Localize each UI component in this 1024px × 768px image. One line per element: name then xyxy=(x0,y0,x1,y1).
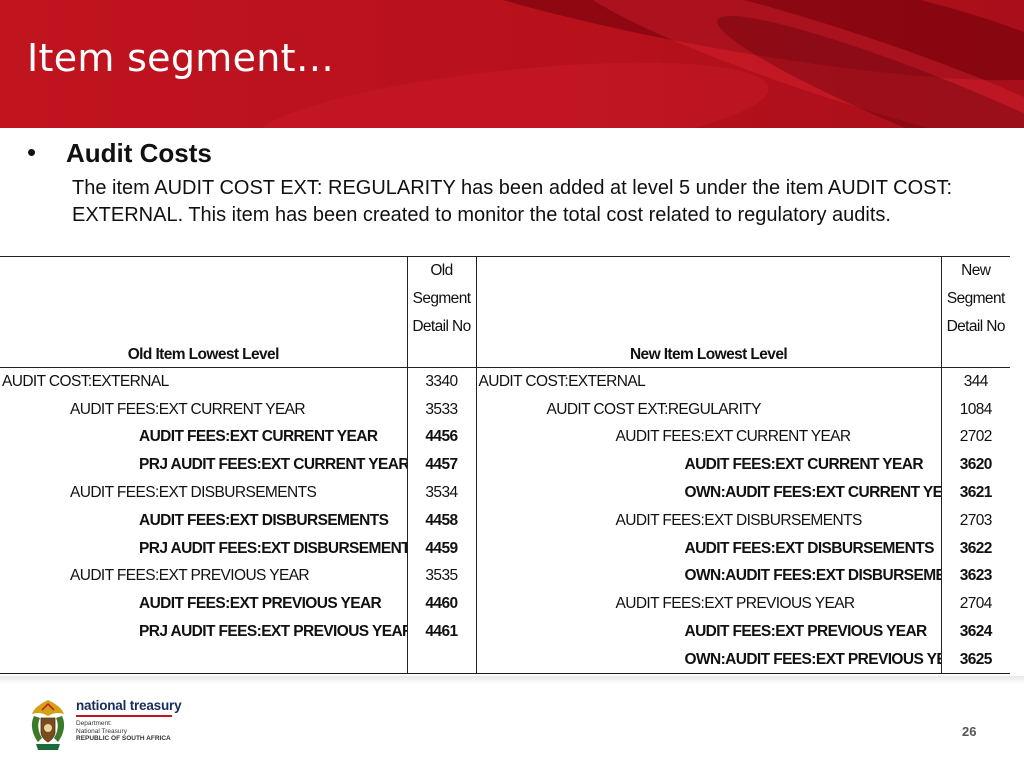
new-item-cell: AUDIT FEES:EXT CURRENT YEAR xyxy=(475,423,941,452)
new-number-cell: 2702 xyxy=(940,423,1010,452)
old-item-cell: AUDIT FEES:EXT CURRENT YEAR xyxy=(70,400,306,418)
old-item-cell: AUDIT COST:EXTERNAL xyxy=(2,373,169,391)
new-item-cell: AUDIT FEES:EXT CURRENT YEAR xyxy=(475,451,941,480)
old-item-cell: AUDIT FEES:EXT PREVIOUS YEAR xyxy=(139,595,382,613)
new-number-cell: 3622 xyxy=(940,534,1010,563)
header-new-item: New Item Lowest Level xyxy=(475,255,941,369)
old-item-cell: PRJ AUDIT FEES:EXT CURRENT YEAR xyxy=(139,456,407,474)
table-row: PRJ AUDIT FEES:EXT DISBURSEMENTS 4459 AU… xyxy=(0,534,1010,563)
description-text: The item AUDIT COST EXT: REGULARITY has … xyxy=(72,177,953,226)
dept-line-2: National Treasury xyxy=(76,727,127,735)
new-item-cell: AUDIT FEES:EXT PREVIOUS YEAR xyxy=(475,618,941,646)
old-item-cell: PRJ AUDIT FEES:EXT DISBURSEMENTS xyxy=(139,539,407,557)
table-row: OWN:AUDIT FEES:EXT PREVIOUS YEAR 3625 xyxy=(0,645,1010,675)
table-row: PRJ AUDIT FEES:EXT CURRENT YEAR 4457 AUD… xyxy=(0,451,1010,480)
bullet-item: • Audit Costs xyxy=(27,138,212,167)
new-number-cell: 3624 xyxy=(940,618,1010,646)
old-number-cell xyxy=(406,645,476,675)
old-number-cell: 4461 xyxy=(406,618,476,646)
header-new-number-line2: Segment xyxy=(946,289,1005,307)
new-item-cell: AUDIT COST EXT:REGULARITY xyxy=(475,395,941,424)
new-number-cell: 344 xyxy=(940,367,1010,396)
new-number-cell: 2703 xyxy=(940,506,1010,535)
old-number-cell: 3534 xyxy=(406,479,476,507)
bullet-dot-icon: • xyxy=(27,137,37,167)
old-item-cell: AUDIT FEES:EXT PREVIOUS YEAR xyxy=(70,567,310,585)
new-item-cell: AUDIT FEES:EXT DISBURSEMENTS xyxy=(475,534,941,563)
new-item-cell: AUDIT COST:EXTERNAL xyxy=(475,367,941,396)
new-item-cell: AUDIT FEES:EXT PREVIOUS YEAR xyxy=(475,590,941,619)
dept-line-3: REPUBLIC OF SOUTH AFRICA xyxy=(76,735,171,742)
old-number-cell: 4457 xyxy=(406,451,476,480)
new-item-cell: OWN:AUDIT FEES:EXT CURRENT YEAR xyxy=(475,479,941,507)
table-row: AUDIT FEES:EXT CURRENT YEAR 3533 AUDIT C… xyxy=(0,395,1010,424)
table-row: PRJ AUDIT FEES:EXT PREVIOUS YEAR 4461 AU… xyxy=(0,618,1010,646)
header-new-number-line1: New xyxy=(961,262,991,279)
old-item-cell: AUDIT FEES:EXT DISBURSEMENTS xyxy=(139,511,389,529)
old-item-cell: AUDIT FEES:EXT CURRENT YEAR xyxy=(139,428,378,446)
page-number: 26 xyxy=(962,724,977,739)
table-row: AUDIT FEES:EXT PREVIOUS YEAR 4460 AUDIT … xyxy=(0,590,1010,619)
dept-line-1: Department: xyxy=(76,720,112,727)
header-old-item: Old Item Lowest Level xyxy=(0,255,407,369)
old-number-cell: 4458 xyxy=(406,506,476,535)
old-number-cell: 4456 xyxy=(406,423,476,452)
old-number-cell: 3533 xyxy=(406,395,476,424)
old-number-cell: 3340 xyxy=(406,367,476,396)
old-item-cell: PRJ AUDIT FEES:EXT PREVIOUS YEAR xyxy=(139,622,407,640)
table-row: AUDIT FEES:EXT PREVIOUS YEAR 3535 OWN:AU… xyxy=(0,562,1010,591)
old-number-cell: 3535 xyxy=(406,562,476,591)
table-row: AUDIT COST:EXTERNAL 3340 AUDIT COST:EXTE… xyxy=(0,367,1010,396)
new-number-cell: 3620 xyxy=(940,451,1010,480)
new-number-cell: 1084 xyxy=(940,395,1010,424)
old-number-cell: 4460 xyxy=(406,590,476,619)
table-row: AUDIT FEES:EXT DISBURSEMENTS 4458 AUDIT … xyxy=(0,506,1010,535)
new-number-cell: 2704 xyxy=(940,590,1010,619)
new-number-cell: 3625 xyxy=(940,645,1010,675)
old-item-cell: AUDIT FEES:EXT DISBURSEMENTS xyxy=(70,483,317,501)
header-old-number-line2: Segment xyxy=(412,289,471,307)
coat-of-arms-icon xyxy=(31,700,65,750)
table-row: AUDIT FEES:EXT CURRENT YEAR 4456 AUDIT F… xyxy=(0,423,1010,452)
header-old-number-line3: Detail No xyxy=(412,317,471,335)
slide-title: Item segment… xyxy=(27,36,335,80)
header-new-number: New Segment Detail No xyxy=(940,255,1010,369)
bullet-heading: Audit Costs xyxy=(66,138,212,168)
new-item-cell: AUDIT FEES:EXT DISBURSEMENTS xyxy=(475,506,941,535)
new-item-cell: OWN:AUDIT FEES:EXT PREVIOUS YEAR xyxy=(475,645,941,675)
header-old-number-line1: Old xyxy=(430,262,453,279)
new-number-cell: 3623 xyxy=(940,562,1010,591)
old-number-cell: 4459 xyxy=(406,534,476,563)
logo-rule xyxy=(76,715,172,717)
header-new-number-line3: Detail No xyxy=(946,317,1006,335)
segment-table: Old Item Lowest Level Old Segment Detail… xyxy=(0,255,1010,675)
table-row: AUDIT FEES:EXT DISBURSEMENTS 3534 OWN:AU… xyxy=(0,479,1010,507)
new-item-cell: OWN:AUDIT FEES:EXT DISBURSEMENTS xyxy=(475,562,941,591)
footer-divider xyxy=(0,676,1024,684)
national-treasury-logo: national treasury Department: National T… xyxy=(28,698,182,754)
old-item-cell xyxy=(0,645,407,675)
header-old-number: Old Segment Detail No xyxy=(406,255,476,369)
org-name: national treasury xyxy=(76,698,182,713)
new-number-cell: 3621 xyxy=(940,479,1010,507)
